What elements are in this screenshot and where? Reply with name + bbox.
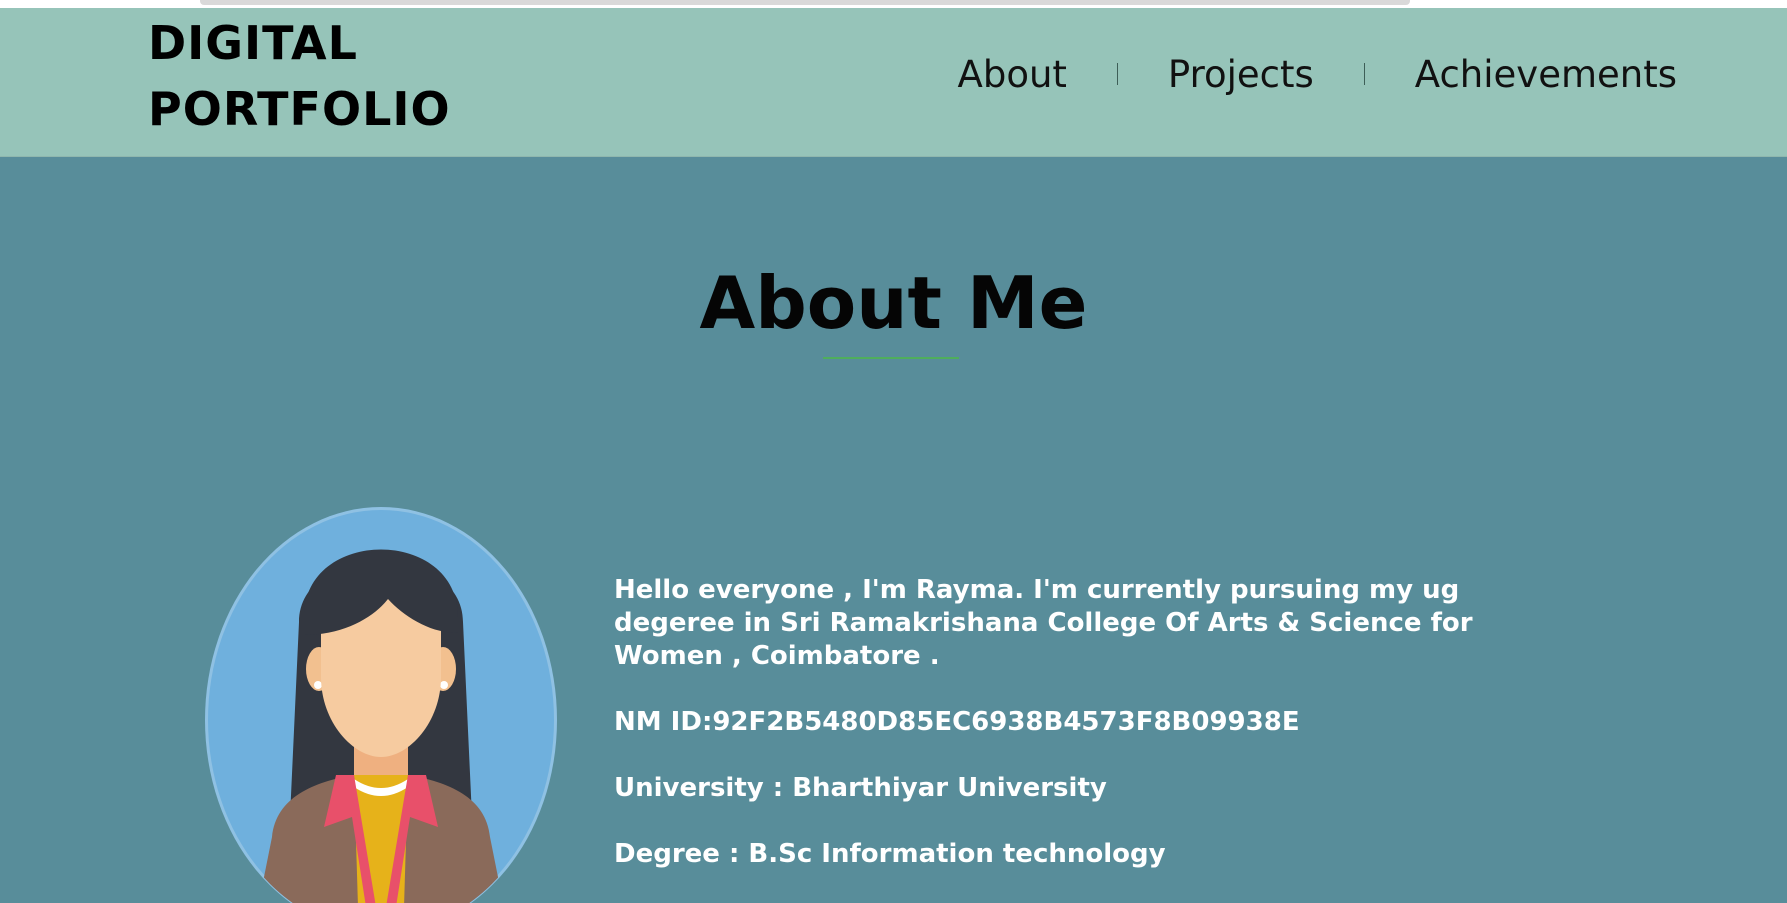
about-info: Hello everyone , I'm Rayma. I'm currentl…	[614, 574, 1544, 871]
nav-divider	[1363, 63, 1365, 85]
browser-top-strip	[0, 0, 1787, 8]
site-header: DIGITAL PORTFOLIO About Projects Achieve…	[0, 8, 1787, 157]
female-avatar-icon	[205, 507, 557, 903]
scroll-indicator	[200, 0, 1410, 5]
about-section-title: About Me	[699, 261, 1088, 345]
title-underline	[823, 357, 959, 359]
logo-line-1: DIGITAL	[148, 16, 358, 70]
site-logo[interactable]: DIGITAL PORTFOLIO	[148, 10, 478, 142]
nav-link-about[interactable]: About	[954, 53, 1071, 96]
nav-divider	[1116, 63, 1118, 85]
logo-line-2: PORTFOLIO	[148, 82, 451, 136]
intro-text: Hello everyone , I'm Rayma. I'm currentl…	[614, 575, 1473, 671]
nm-id-text: NM ID:92F2B5480D85EC6938B4573F8B09938E	[614, 707, 1300, 737]
nav-link-achievements[interactable]: Achievements	[1411, 53, 1681, 96]
degree-text: Degree : B.Sc Information technology	[614, 839, 1166, 869]
nav-link-projects[interactable]: Projects	[1164, 53, 1318, 96]
main-nav: About Projects Achievements	[954, 44, 1681, 104]
university-text: University : Bharthiyar University	[614, 773, 1107, 803]
